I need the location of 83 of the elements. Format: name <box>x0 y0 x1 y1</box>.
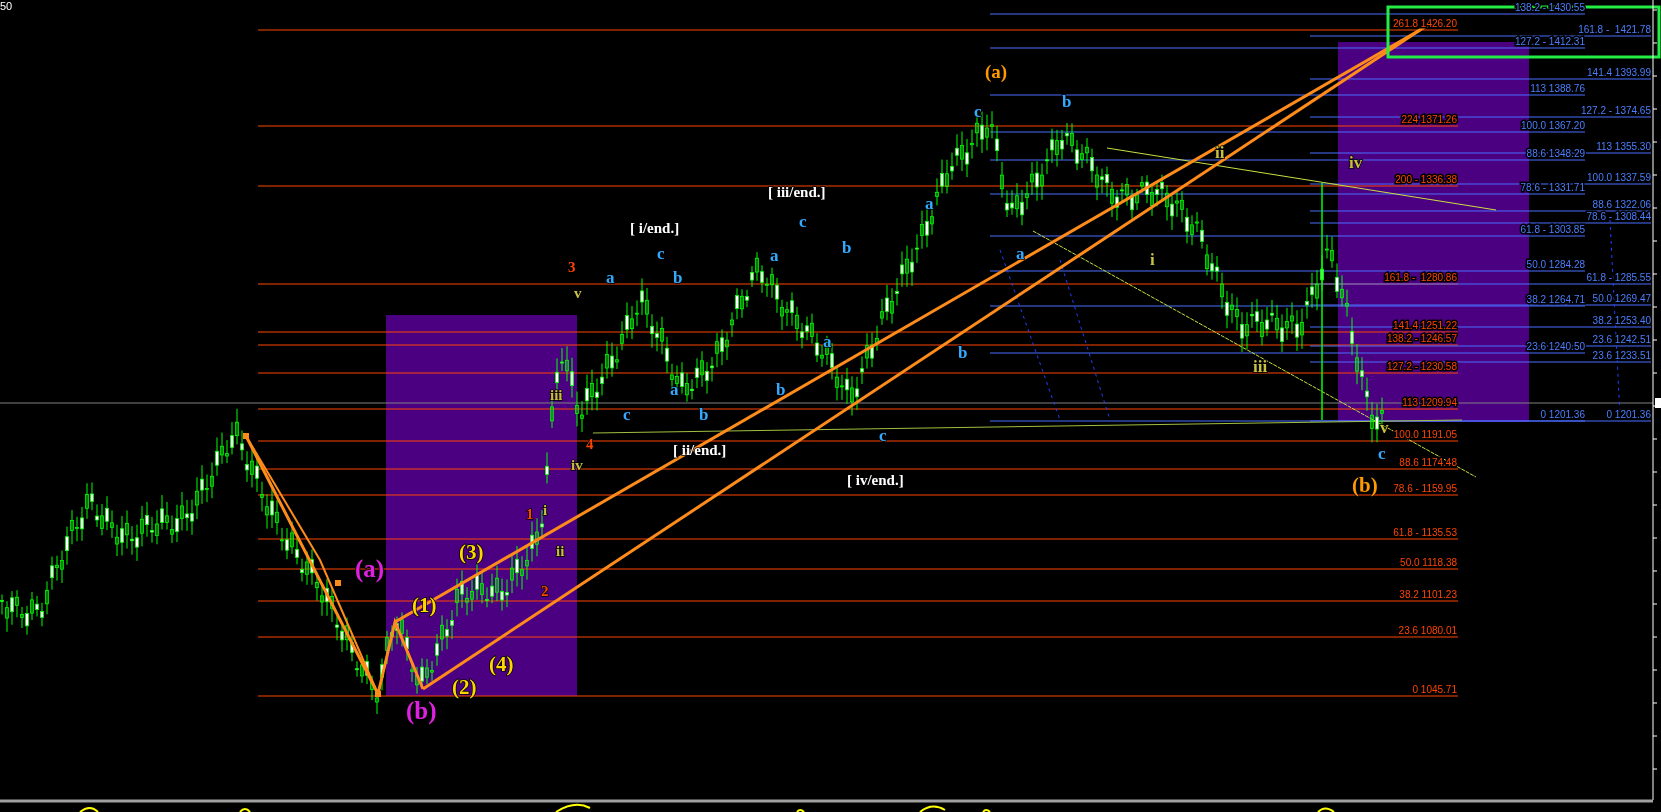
fib-level-label: 138.2 - 1430.55 <box>1514 2 1585 13</box>
wave-label: iii <box>550 387 563 404</box>
wave-label: a <box>770 245 779 265</box>
wave-label: [ i/end.] <box>630 220 680 237</box>
wave-label: b <box>699 404 709 424</box>
wave-label: a <box>1016 243 1025 263</box>
fib-level-label: 61.8 - 1303.85 <box>1520 224 1585 235</box>
wave-label: c <box>799 211 807 231</box>
fib-level-label: 200 - 1336.38 <box>1395 174 1457 185</box>
fib-level-label: 61.8 - 1285.55 <box>1586 272 1651 283</box>
fib-level-label: 38.2 1264.71 <box>1526 294 1585 305</box>
wave-label: ii <box>1215 142 1225 162</box>
wave-label: iii <box>1253 356 1268 376</box>
wave-label: a <box>823 331 832 351</box>
fib-level-label: 113 1388.76 <box>1530 83 1585 94</box>
fib-level-label: 100.0 1367.20 <box>1521 120 1585 131</box>
wave-label: (a) <box>985 61 1008 83</box>
fib-level-label: 161.8 - 1280.86 <box>1384 272 1457 283</box>
fib-level-label: 23.6 1080.01 <box>1398 625 1457 636</box>
wave-label: a <box>606 267 615 287</box>
fib-level-label: 61.8 - 1135.53 <box>1393 527 1457 538</box>
fib-level-label: 127.2 - 1230.58 <box>1386 361 1457 372</box>
fib-level-label: 161.8 - 1421.78 <box>1578 24 1651 35</box>
wave-label: (b) <box>1352 473 1378 497</box>
fib-level-label: 141.4 1251.22 <box>1393 320 1457 331</box>
wave-label: v <box>1380 417 1389 437</box>
wave-label: v <box>574 285 582 302</box>
fib-level-label: 88.6 1174.48 <box>1399 457 1457 468</box>
wave-label: c <box>623 404 631 424</box>
fib-level-label: 141.4 1393.99 <box>1587 67 1651 78</box>
wave-label: c <box>1378 443 1386 463</box>
fib-level-label: 0 1201.36 <box>1540 409 1585 420</box>
fib-level-label: 0 1045.71 <box>1412 684 1457 695</box>
fib-level-label: 224 1371.26 <box>1401 114 1457 125</box>
wave-label: [ iv/end.] <box>847 472 904 489</box>
fib-level-label: 78.6 - 1159.95 <box>1393 483 1457 494</box>
wave-label: (b) <box>406 697 437 725</box>
fib-level-label: 100.0 1191.05 <box>1393 429 1457 440</box>
wave-label: [ iii/end.] <box>768 184 826 201</box>
wave-label: b <box>958 342 968 362</box>
price-scale-label: 50 <box>0 0 13 12</box>
fib-level-label: 0 1201.36 <box>1606 409 1651 420</box>
fib-level-label: 88.6 1322.06 <box>1592 199 1651 210</box>
fib-level-label: 78.6 - 1331.71 <box>1520 182 1585 193</box>
wave-label: c <box>974 101 982 121</box>
wave-label: ii <box>556 543 565 560</box>
wave-label: b <box>673 267 683 287</box>
fib-level-label: 50.0 1284.28 <box>1526 259 1585 270</box>
wave-label: (4) <box>489 652 514 676</box>
wave-label: 4 <box>586 436 594 453</box>
wave-label: b <box>842 237 852 257</box>
fib-level-label: 138.2 - 1246.57 <box>1386 333 1457 344</box>
wave-label: b <box>776 379 786 399</box>
fib-level-label: 127.2 - 1374.65 <box>1580 105 1651 116</box>
wave-label: (2) <box>452 675 477 699</box>
wave-label: c <box>879 425 887 445</box>
wave-label: 3 <box>568 259 576 276</box>
wave-label: i <box>543 502 548 519</box>
wave-label: a <box>670 379 679 399</box>
fib-level-label: 38.2 1101.23 <box>1399 589 1457 600</box>
fib-level-label: 100.0 1337.59 <box>1587 172 1651 183</box>
fib-level-label: 261.8 1426.20 <box>1393 18 1457 29</box>
fib-level-label: 23.6 1233.51 <box>1592 350 1651 361</box>
fib-level-label: 38.2 1253.40 <box>1592 315 1651 326</box>
fib-level-label: 23.6 1242.51 <box>1592 334 1651 345</box>
wave-label: i <box>1150 249 1155 269</box>
fib-level-label: 113 1355.30 <box>1596 141 1651 152</box>
fib-level-label: 23.6 1240.50 <box>1526 341 1585 352</box>
fib-level-label: 50.0 1269.47 <box>1592 293 1651 304</box>
wave-label: a <box>925 193 934 213</box>
wave-label: 2 <box>541 583 549 600</box>
wave-label: b <box>1062 91 1072 111</box>
wave-label: (3) <box>459 540 484 564</box>
wave-label: 1 <box>526 506 534 523</box>
fib-level-label: 113 1209.94 <box>1402 397 1457 408</box>
fib-level-label: 127.2 - 1412.31 <box>1514 36 1585 47</box>
current-price-marker <box>1655 398 1661 408</box>
wave-label: c <box>657 243 665 263</box>
wave-label: iv <box>1349 152 1363 172</box>
fib-level-label: 50.0 1118.38 <box>1400 557 1457 568</box>
wave-label: iv <box>571 457 583 474</box>
fib-level-label: 88.6 1348.29 <box>1526 148 1585 159</box>
fib-level-label: 78.6 - 1308.44 <box>1586 211 1651 222</box>
